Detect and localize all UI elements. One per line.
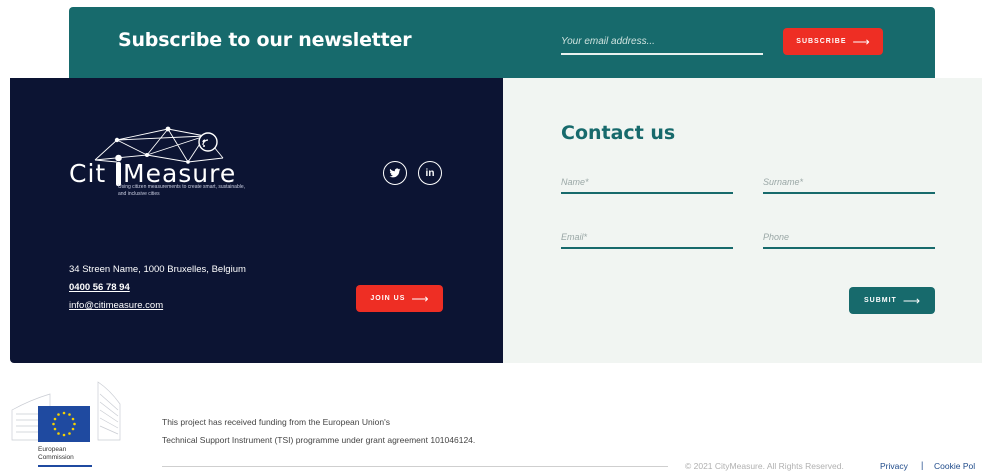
newsletter-email-input[interactable]: [561, 33, 763, 55]
surname-field[interactable]: [763, 174, 935, 194]
eu-underline: [38, 465, 92, 467]
contact-title: Contact us: [561, 122, 676, 144]
eu-label-line2: Commission: [38, 454, 74, 461]
eu-commission-label: European Commission: [38, 446, 74, 462]
email-field[interactable]: [561, 229, 733, 249]
phone-field[interactable]: [763, 229, 935, 249]
name-field[interactable]: [561, 174, 733, 194]
logo-tagline: Using citizen measurements to create sma…: [118, 184, 245, 197]
twitter-link[interactable]: [383, 161, 407, 185]
contact-panel: Contact us SUBMIT ⟶: [503, 78, 982, 363]
submit-button[interactable]: SUBMIT ⟶: [849, 287, 935, 314]
copyright-text: © 2021 CityMeasure. All Rights Reserved.: [685, 461, 844, 471]
linkedin-icon: in: [425, 167, 435, 179]
email-link[interactable]: info@citimeasure.com: [69, 300, 163, 311]
subscribe-button[interactable]: SUBSCRIBE ⟶: [783, 28, 883, 55]
submit-label: SUBMIT: [863, 297, 897, 304]
funding-notice: This project has received funding from t…: [162, 413, 475, 449]
subscribe-label: SUBSCRIBE: [796, 38, 847, 45]
cookie-policy-link[interactable]: Cookie Pol: [934, 461, 975, 471]
funding-line1: This project has received funding from t…: [162, 417, 390, 427]
newsletter-title: Subscribe to our newsletter: [118, 29, 412, 51]
phone-link[interactable]: 0400 56 78 94: [69, 282, 130, 293]
footer-info-panel: Cit Measure Using citizen measurements t…: [10, 78, 503, 363]
eu-label-line1: European: [38, 446, 67, 453]
join-us-label: JOIN US: [370, 295, 406, 302]
twitter-icon: [389, 168, 401, 178]
link-separator: |: [921, 460, 924, 470]
divider: [162, 466, 668, 467]
arrow-right-icon: ⟶: [411, 291, 429, 306]
arrow-right-icon: ⟶: [902, 293, 921, 308]
linkedin-link[interactable]: in: [418, 161, 442, 185]
svg-text:Cit: Cit: [69, 159, 106, 188]
arrow-right-icon: ⟶: [852, 34, 870, 49]
privacy-link[interactable]: Privacy: [880, 461, 908, 471]
join-us-button[interactable]: JOIN US ⟶: [356, 285, 443, 312]
eu-flag-icon: [38, 406, 90, 442]
address-text: 34 Streen Name, 1000 Bruxelles, Belgium: [69, 264, 246, 275]
funding-line2: Technical Support Instrument (TSI) progr…: [162, 435, 476, 445]
newsletter-banner: Subscribe to our newsletter SUBSCRIBE ⟶: [69, 7, 935, 79]
